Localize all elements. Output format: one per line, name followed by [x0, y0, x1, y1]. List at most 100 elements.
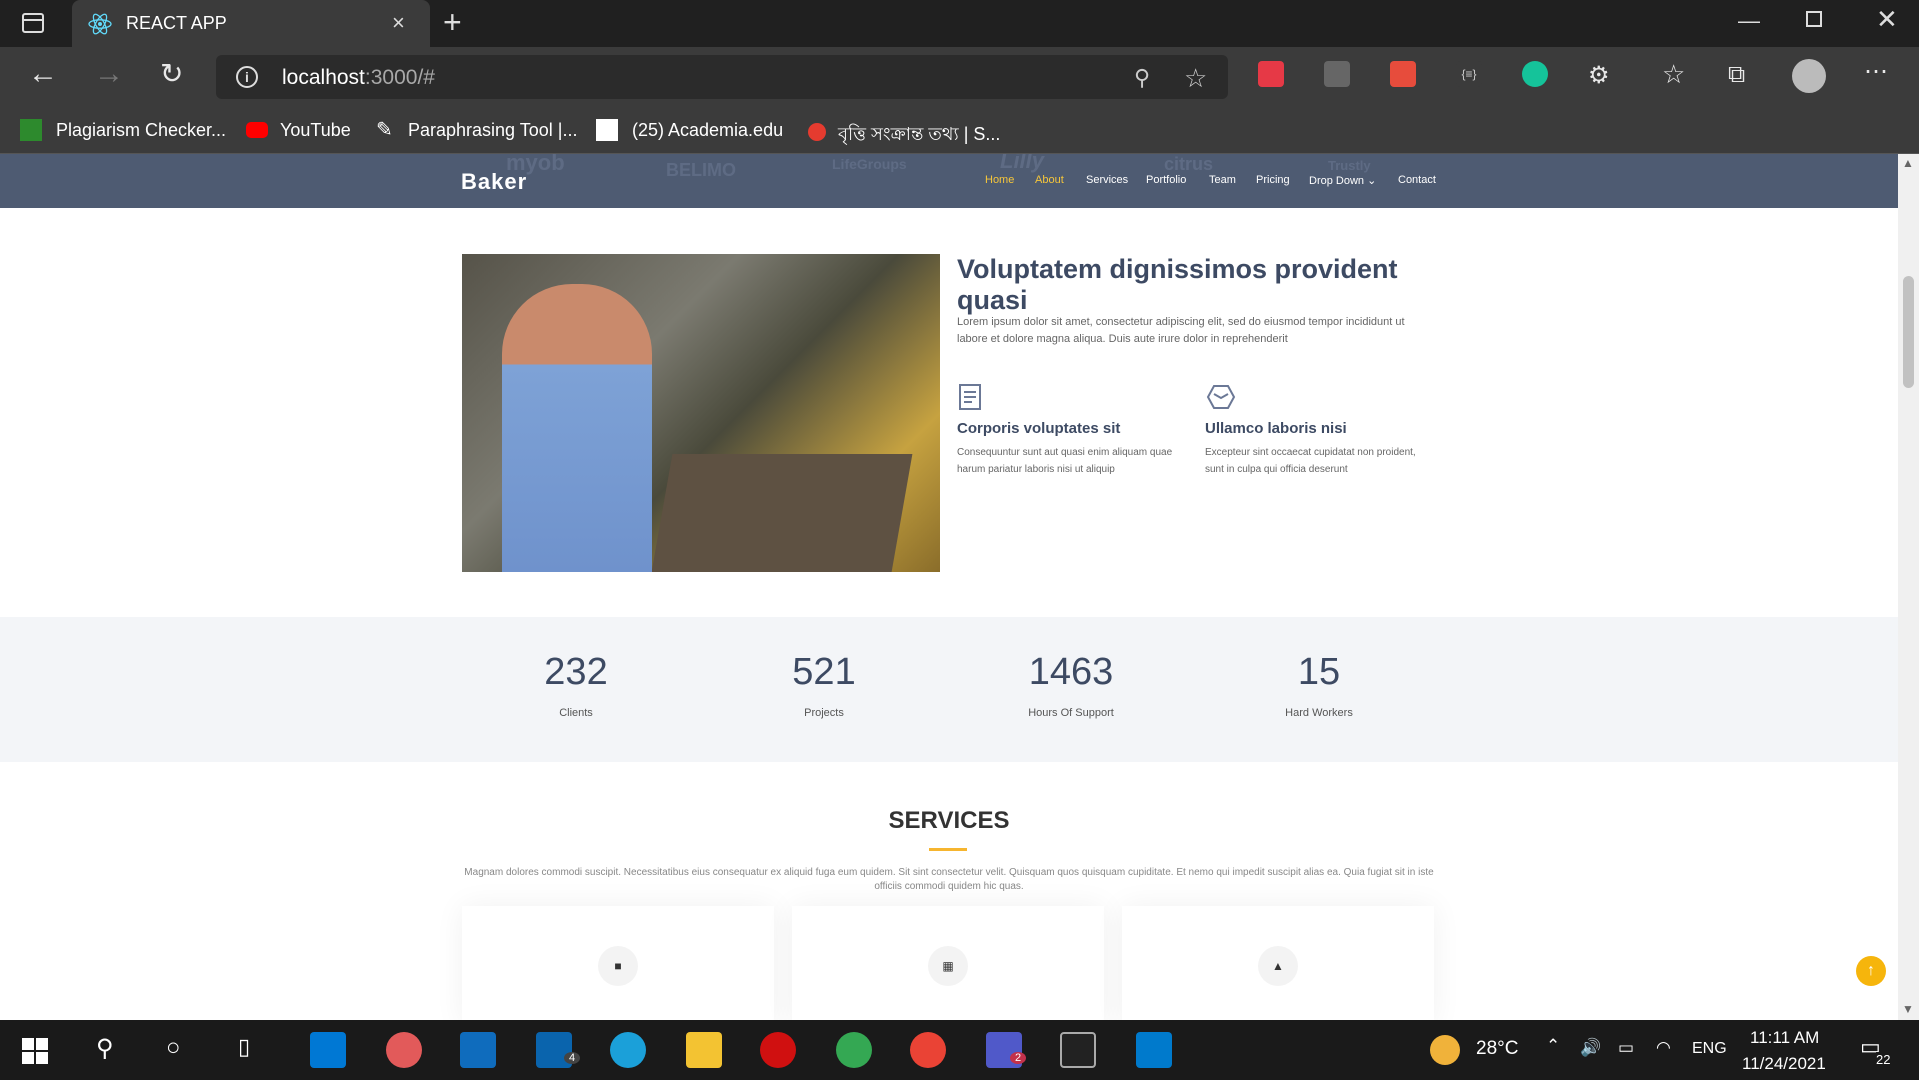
lock-icon: ▲	[1258, 946, 1298, 986]
cube-icon	[1206, 385, 1236, 409]
clock-date[interactable]: 11/24/2021	[1742, 1054, 1826, 1074]
count-value: 521	[792, 651, 856, 693]
feature-text: Consequuntur sunt aut quasi enim aliquam…	[957, 447, 1173, 475]
bookmark-plagiarism[interactable]: Plagiarism Checker...	[56, 120, 226, 141]
site-icon	[808, 123, 826, 141]
back-icon[interactable]: ←	[28, 57, 58, 91]
windows-start-icon[interactable]	[22, 1038, 48, 1064]
nav-contact[interactable]: Contact	[1398, 174, 1436, 186]
extension-icon-1[interactable]	[1258, 61, 1284, 87]
service-card[interactable]: ■	[462, 906, 774, 1020]
terminal-icon[interactable]	[1060, 1032, 1096, 1068]
nav-pricing[interactable]: Pricing	[1256, 174, 1290, 186]
taskbar: ⚲ ○ ▯ 4 2 28°C ⌃ 🔊 ▭ ◠ ENG 11:11 AM 11/2…	[0, 1020, 1919, 1080]
close-window-icon[interactable]: ✕	[1876, 4, 1898, 35]
client-logo: BELIMO	[666, 160, 736, 180]
client-logo: LifeGroups	[832, 156, 907, 172]
close-tab-icon[interactable]: ×	[392, 10, 405, 36]
teams-badge: 2	[1010, 1052, 1026, 1064]
outlook-icon[interactable]	[460, 1032, 496, 1068]
count-value: 1463	[1028, 651, 1114, 693]
bookmark-youtube[interactable]: YouTube	[280, 120, 351, 141]
chrome-icon[interactable]	[910, 1032, 946, 1068]
briefcase-icon: ■	[598, 946, 638, 986]
tab-title: REACT APP	[126, 13, 227, 33]
extension-icon-4[interactable]: {≡}	[1456, 61, 1482, 87]
add-favorite-icon[interactable]: ☆	[1184, 63, 1207, 94]
nav-portfolio[interactable]: Portfolio	[1146, 174, 1186, 186]
collections-icon[interactable]: ⧉	[1728, 61, 1745, 89]
tab-react-app[interactable]: REACT APP ×	[72, 0, 430, 47]
extension-icon-3[interactable]	[1390, 61, 1416, 87]
wifi-icon[interactable]: ◠	[1656, 1038, 1671, 1058]
scroll-up-icon[interactable]: ▲	[1902, 156, 1914, 170]
nav-home[interactable]: Home	[985, 174, 1014, 186]
nav-dropdown[interactable]: Drop Down ⌄	[1309, 174, 1376, 187]
temperature[interactable]: 28°C	[1476, 1038, 1518, 1060]
edge-icon[interactable]	[610, 1032, 646, 1068]
forward-icon[interactable]: →	[94, 57, 124, 91]
volume-icon[interactable]: 🔊	[1580, 1038, 1601, 1058]
weather-icon[interactable]	[1430, 1035, 1460, 1065]
brand-logo[interactable]: Baker	[461, 169, 527, 195]
photo-table	[651, 454, 913, 572]
chevron-down-icon: ⌄	[1367, 175, 1377, 187]
nav-team[interactable]: Team	[1209, 174, 1236, 186]
count-label: Projects	[804, 707, 844, 719]
url-text: localhost:3000/#	[282, 66, 435, 89]
cortana-icon[interactable]: ○	[166, 1034, 181, 1062]
clock-time[interactable]: 11:11 AM	[1750, 1028, 1819, 1048]
service-card[interactable]: ▲	[1122, 906, 1434, 1020]
bookmark-academia[interactable]: (25) Academia.edu	[632, 120, 783, 141]
chrome-icon[interactable]	[836, 1032, 872, 1068]
screen: REACT APP × + — ✕ ← → ↻ i localhost:3000…	[0, 0, 1919, 1080]
language-indicator[interactable]: ENG	[1692, 1040, 1727, 1058]
address-bar[interactable]: i localhost:3000/# ⚲ ☆	[216, 55, 1228, 99]
feature-text: Excepteur sint occaecat cupidatat non pr…	[1205, 447, 1416, 475]
bookmark-paraphrasing[interactable]: Paraphrasing Tool |...	[408, 120, 577, 141]
page-scrollbar[interactable]: ▲ ▼	[1898, 154, 1919, 1020]
zoom-icon[interactable]: ⚲	[1134, 65, 1150, 91]
service-card[interactable]: ▦	[792, 906, 1104, 1020]
nav-about[interactable]: About	[1035, 174, 1064, 186]
app-icon[interactable]	[386, 1032, 422, 1068]
count-label: Hours Of Support	[1028, 707, 1114, 719]
tab-actions-icon[interactable]	[22, 13, 44, 33]
scroll-down-icon[interactable]: ▼	[1902, 1002, 1914, 1016]
feature-title: Ullamco laboris nisi	[1205, 420, 1347, 437]
client-logo: Lilly	[1000, 154, 1045, 173]
bookmark-scholarship[interactable]: বৃত্তি সংক্রান্ত তথ্য | S...	[838, 120, 1000, 151]
minimize-icon[interactable]: —	[1738, 8, 1760, 34]
battery-icon[interactable]: ▭	[1618, 1038, 1634, 1058]
file-explorer-icon[interactable]	[686, 1032, 722, 1068]
profile-avatar[interactable]	[1792, 59, 1826, 93]
restore-icon[interactable]	[1806, 11, 1822, 27]
refresh-icon[interactable]: ↻	[160, 57, 183, 90]
count-value: 232	[544, 651, 608, 693]
extension-icon-2[interactable]	[1324, 61, 1350, 87]
vscode-icon[interactable]	[1136, 1032, 1172, 1068]
feather-icon: ✎	[376, 119, 393, 141]
mail-badge: 4	[564, 1052, 580, 1064]
favorites-icon[interactable]: ☆	[1662, 59, 1685, 90]
title-underline	[929, 848, 967, 851]
info-icon[interactable]: i	[236, 66, 258, 88]
opera-icon[interactable]	[760, 1032, 796, 1068]
search-icon[interactable]: ⚲	[96, 1034, 114, 1063]
back-to-top-button[interactable]: ↑	[1856, 956, 1886, 986]
task-view-icon[interactable]: ▯	[238, 1034, 250, 1060]
more-menu-icon[interactable]: ⋯	[1864, 57, 1888, 86]
plagiarism-icon	[20, 119, 42, 141]
store-icon[interactable]	[310, 1032, 346, 1068]
services-title: SERVICES	[888, 807, 1010, 834]
academia-icon	[596, 119, 618, 141]
nav-services[interactable]: Services	[1086, 174, 1128, 186]
count-value: 15	[1297, 651, 1341, 693]
scroll-thumb[interactable]	[1903, 276, 1914, 388]
receipt-icon	[959, 384, 981, 410]
chevron-up-icon[interactable]: ⌃	[1546, 1036, 1560, 1056]
extensions-icon[interactable]: ⚙	[1588, 61, 1610, 90]
site-header: myob BELIMO LifeGroups Lilly citrus Trus…	[0, 154, 1898, 208]
new-tab-icon[interactable]: +	[443, 4, 462, 41]
grammarly-icon[interactable]	[1522, 61, 1548, 87]
